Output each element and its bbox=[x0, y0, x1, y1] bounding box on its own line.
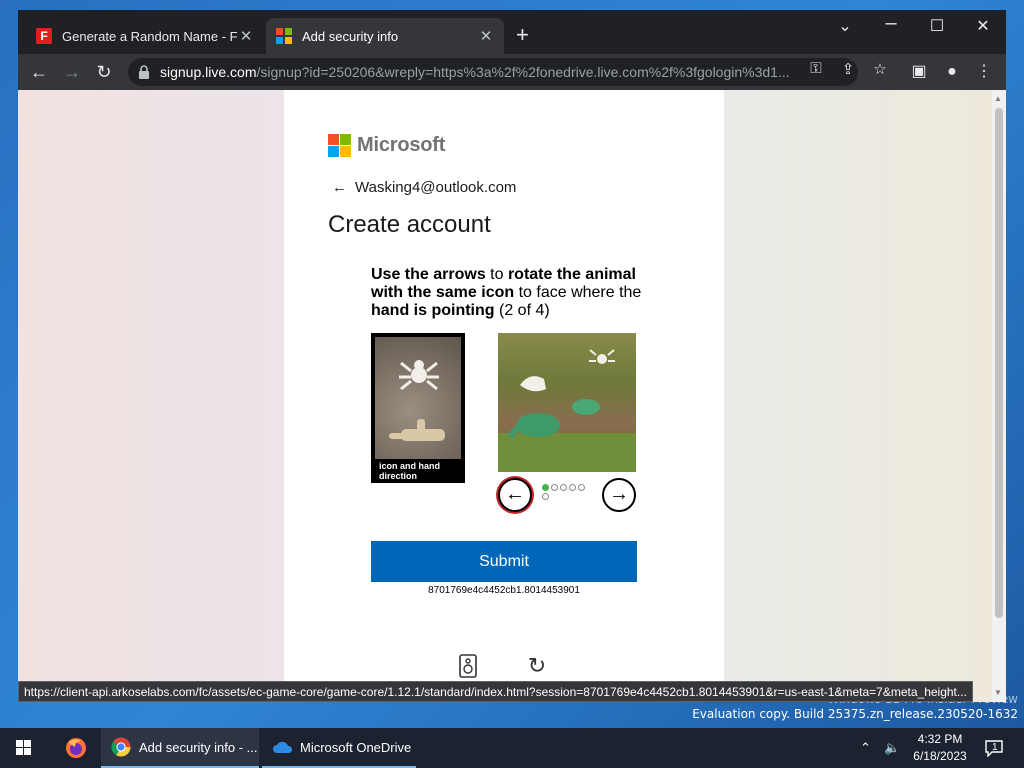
window-close-icon[interactable]: ✕ bbox=[960, 16, 1006, 36]
windows-start-icon[interactable] bbox=[16, 740, 31, 755]
maximize-icon[interactable]: ☐ bbox=[914, 16, 960, 36]
bookmark-star-icon[interactable]: ☆ bbox=[869, 60, 891, 78]
page-viewport: Microsoft ← Wasking4@outlook.com Create … bbox=[18, 90, 992, 702]
key-icon[interactable]: ⚿ bbox=[805, 60, 827, 77]
tab-title: Add security info bbox=[302, 28, 399, 44]
tab-random-name[interactable]: F Generate a Random Name - Fake ✕ bbox=[26, 18, 264, 54]
signup-card: Microsoft ← Wasking4@outlook.com Create … bbox=[284, 90, 724, 702]
watermark-line2: Evaluation copy. Build 25375.zn_release.… bbox=[692, 707, 1018, 721]
side-panel-icon[interactable]: ▣ bbox=[907, 60, 931, 84]
rotate-right-button[interactable]: → bbox=[602, 478, 636, 512]
toolbar: ← → ↻ signup.live.com/signup?id=250206&w… bbox=[18, 54, 1006, 90]
onedrive-cloud-icon bbox=[273, 741, 293, 753]
back-icon[interactable]: ← bbox=[26, 60, 52, 84]
show-hidden-icons-chevron-icon[interactable]: ⌃ bbox=[860, 728, 871, 768]
progress-dot bbox=[542, 493, 549, 500]
minimize-icon[interactable]: – bbox=[868, 12, 914, 35]
notification-count: 1 bbox=[992, 741, 998, 753]
instruction-text: Use the arrows to rotate the animal with… bbox=[371, 266, 642, 319]
progress-dot bbox=[542, 484, 549, 491]
progress-dot bbox=[560, 484, 567, 491]
spider-and-hand-icon bbox=[389, 360, 445, 441]
tab-strip: F Generate a Random Name - Fake ✕ Add se… bbox=[18, 10, 1006, 54]
page-scrollbar[interactable]: ▲ ▼ bbox=[992, 90, 1006, 702]
progress-dot bbox=[551, 484, 558, 491]
firefox-icon bbox=[66, 738, 86, 758]
submit-button[interactable]: Submit bbox=[371, 541, 637, 582]
identity-back-link[interactable]: ← Wasking4@outlook.com bbox=[332, 179, 516, 196]
back-arrow-icon[interactable]: ← bbox=[332, 179, 347, 196]
menu-kebab-icon[interactable]: ⋮ bbox=[972, 60, 996, 84]
progress-dot bbox=[569, 484, 576, 491]
close-icon[interactable]: ✕ bbox=[478, 27, 494, 45]
microsoft-logo-icon bbox=[328, 134, 351, 157]
rotate-left-button[interactable]: ← bbox=[498, 478, 532, 512]
microsoft-favicon-icon bbox=[276, 28, 292, 44]
notifications-button[interactable]: 1 bbox=[984, 728, 1003, 768]
onedrive-taskbar-button[interactable]: Microsoft OneDrive bbox=[262, 728, 416, 768]
scroll-down-icon[interactable]: ▼ bbox=[994, 688, 1002, 697]
tab-title: Generate a Random Name - Fake bbox=[62, 28, 238, 44]
lock-icon bbox=[139, 65, 149, 79]
tab-add-security-info[interactable]: Add security info ✕ bbox=[266, 18, 504, 54]
link-status-bar: https://client-api.arkoselabs.com/fc/ass… bbox=[18, 681, 973, 702]
firefox-taskbar-button[interactable] bbox=[56, 728, 96, 768]
captcha-instructions: Use the arrows to rotate the animal with… bbox=[371, 266, 641, 320]
address-bar[interactable]: signup.live.com/signup?id=250206&wreply=… bbox=[128, 58, 858, 86]
clock-time: 4:32 PM bbox=[917, 732, 963, 746]
identity-email: Wasking4@outlook.com bbox=[355, 179, 517, 196]
clock-date: 6/18/2023 bbox=[913, 749, 967, 763]
tab-search-chevron-icon[interactable]: ⌄ bbox=[822, 16, 868, 36]
progress-dot bbox=[578, 484, 585, 491]
profile-icon[interactable]: ● bbox=[940, 60, 964, 84]
reference-image: icon and hand direction bbox=[371, 333, 465, 483]
url-path: /signup?id=250206&wreply=https%3a%2f%2fo… bbox=[256, 64, 790, 80]
close-icon[interactable]: ✕ bbox=[238, 27, 254, 45]
reference-photo bbox=[375, 337, 461, 459]
taskbar: Add security info - ... Microsoft OneDri… bbox=[0, 728, 1024, 768]
brand-name: Microsoft bbox=[357, 134, 446, 156]
microsoft-logo: Microsoft bbox=[328, 134, 445, 157]
scroll-up-icon[interactable]: ▲ bbox=[994, 94, 1002, 103]
rotating-animal-image bbox=[498, 333, 636, 472]
chrome-icon bbox=[111, 737, 131, 757]
chrome-taskbar-button[interactable]: Add security info - ... bbox=[101, 728, 259, 768]
new-tab-icon[interactable]: + bbox=[516, 24, 529, 46]
reload-icon[interactable]: ↻ bbox=[91, 60, 117, 84]
share-icon[interactable]: ⇪ bbox=[837, 60, 859, 78]
audio-challenge-icon[interactable] bbox=[458, 654, 478, 678]
system-clock[interactable]: 4:32 PM 6/18/2023 bbox=[905, 731, 975, 765]
scroll-thumb[interactable] bbox=[995, 108, 1003, 618]
url-host: signup.live.com bbox=[160, 64, 257, 80]
session-id: 8701769e4c4452cb1.8014453901 bbox=[428, 585, 580, 596]
forward-icon[interactable]: → bbox=[59, 60, 85, 84]
onedrive-taskbar-label: Microsoft OneDrive bbox=[300, 739, 412, 755]
animals-scene-icon bbox=[498, 349, 636, 472]
page-title: Create account bbox=[328, 211, 491, 238]
chrome-taskbar-label: Add security info - ... bbox=[139, 739, 258, 755]
volume-icon[interactable]: 🔈 bbox=[884, 728, 900, 768]
fakename-favicon-icon: F bbox=[36, 28, 52, 44]
restart-challenge-icon[interactable]: ↻ bbox=[524, 654, 550, 680]
chrome-window: F Generate a Random Name - Fake ✕ Add se… bbox=[18, 10, 1006, 702]
reference-caption: icon and hand direction bbox=[379, 461, 441, 481]
